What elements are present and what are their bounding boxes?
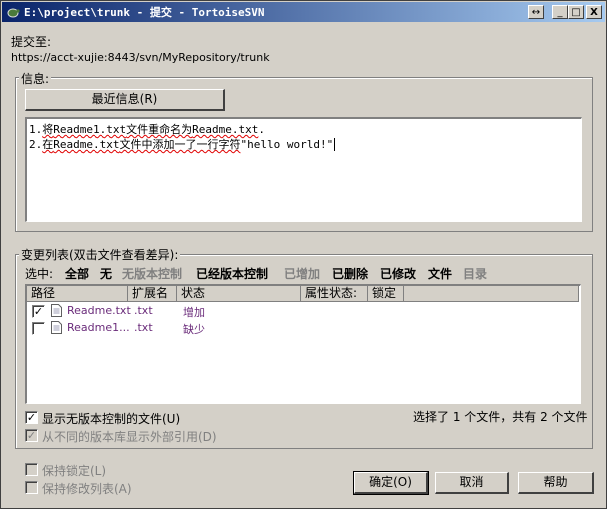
minimize-button[interactable]: _ [552, 5, 568, 19]
filter-unversioned-link: 无版本控制 [122, 267, 183, 281]
file-extension: .txt [134, 304, 153, 317]
keep-locks-checkbox [25, 463, 38, 476]
commit-dialog: E:\project\trunk - 提交 - TortoiseSVN ↔ _ … [0, 0, 607, 509]
selection-summary: 选择了 1 个文件，共有 2 个文件 [413, 410, 588, 424]
show-unversioned-label[interactable]: 显示无版本控制的文件(U) [42, 410, 180, 427]
window-title: E:\project\trunk - 提交 - TortoiseSVN [24, 6, 265, 19]
resize-button[interactable]: ↔ [528, 5, 544, 19]
ok-button[interactable]: 确定(O) [353, 471, 429, 495]
filter-added-link: 已增加 [284, 267, 321, 281]
keep-changelists-label: 保持修改列表(A) [42, 482, 132, 496]
filter-versioned-link[interactable]: 已经版本控制 [196, 265, 268, 282]
message-group-label: 信息: [19, 70, 52, 87]
text-file-icon [51, 321, 62, 334]
column-header-property-status[interactable]: 属性状态: [301, 286, 368, 302]
text-cursor [334, 138, 342, 151]
file-status: 增加 [183, 306, 205, 319]
commit-to-label: 提交至: [11, 35, 52, 49]
column-header-lock[interactable]: 锁定 [368, 286, 404, 302]
filter-folders-link: 目录 [463, 267, 488, 281]
file-path: Readme.txt [67, 304, 131, 317]
row-checkbox-checked[interactable]: ✓ [32, 305, 45, 318]
file-list[interactable]: 路径 扩展名 状态 属性状态: 锁定 ✓ Readme.txt .txt 增加 … [25, 284, 581, 404]
text-file-icon [51, 304, 62, 317]
close-button[interactable]: X [586, 5, 602, 19]
filter-files-link[interactable]: 文件 [428, 265, 452, 282]
message-line-1: 1.将Readme1.txt文件重命名为Readme.txt. [29, 123, 265, 136]
maximize-button[interactable]: □ [568, 5, 584, 19]
cancel-button[interactable]: 取消 [435, 472, 509, 494]
select-label: 选中: [25, 267, 54, 281]
filter-deleted-link[interactable]: 已删除 [332, 265, 368, 282]
message-textarea[interactable]: 1.将Readme1.txt文件重命名为Readme.txt. 2.在Readm… [25, 117, 582, 222]
message-line-2: 2.在Readme.txt文件中添加一了一行字符"hello world!" [29, 136, 342, 152]
filter-none-link[interactable]: 无 [100, 265, 112, 282]
title-bar[interactable]: E:\project\trunk - 提交 - TortoiseSVN ↔ _ … [2, 2, 605, 22]
file-status: 缺少 [183, 323, 205, 336]
column-header-extension[interactable]: 扩展名 [128, 286, 177, 302]
keep-locks-label: 保持锁定(L) [42, 464, 107, 478]
file-extension: .txt [134, 321, 153, 334]
column-header-filler [404, 286, 579, 302]
table-row[interactable]: Readme1... .txt 缺少 [27, 320, 580, 337]
show-externals-checkbox: ✓ [25, 429, 38, 442]
column-header-status[interactable]: 状态 [177, 286, 301, 302]
keep-changelists-checkbox [25, 481, 38, 494]
show-unversioned-checkbox[interactable]: ✓ [25, 411, 38, 424]
help-button[interactable]: 帮助 [518, 472, 594, 494]
repository-url: https://acct-xujie:8443/svn/MyRepository… [11, 51, 270, 64]
column-header-path[interactable]: 路径 [27, 286, 128, 302]
filter-all-link[interactable]: 全部 [65, 265, 89, 282]
show-externals-label: 从不同的版本库显示外部引用(D) [42, 430, 217, 444]
recent-messages-button[interactable]: 最近信息(R) [25, 89, 225, 111]
tortoise-app-icon [7, 8, 20, 18]
file-path: Readme1... [67, 321, 130, 334]
row-checkbox-unchecked[interactable] [32, 322, 45, 335]
changes-group-label: 变更列表(双击文件查看差异): [19, 246, 181, 263]
table-row[interactable]: ✓ Readme.txt .txt 增加 [27, 303, 580, 320]
filter-modified-link[interactable]: 已修改 [380, 265, 416, 282]
